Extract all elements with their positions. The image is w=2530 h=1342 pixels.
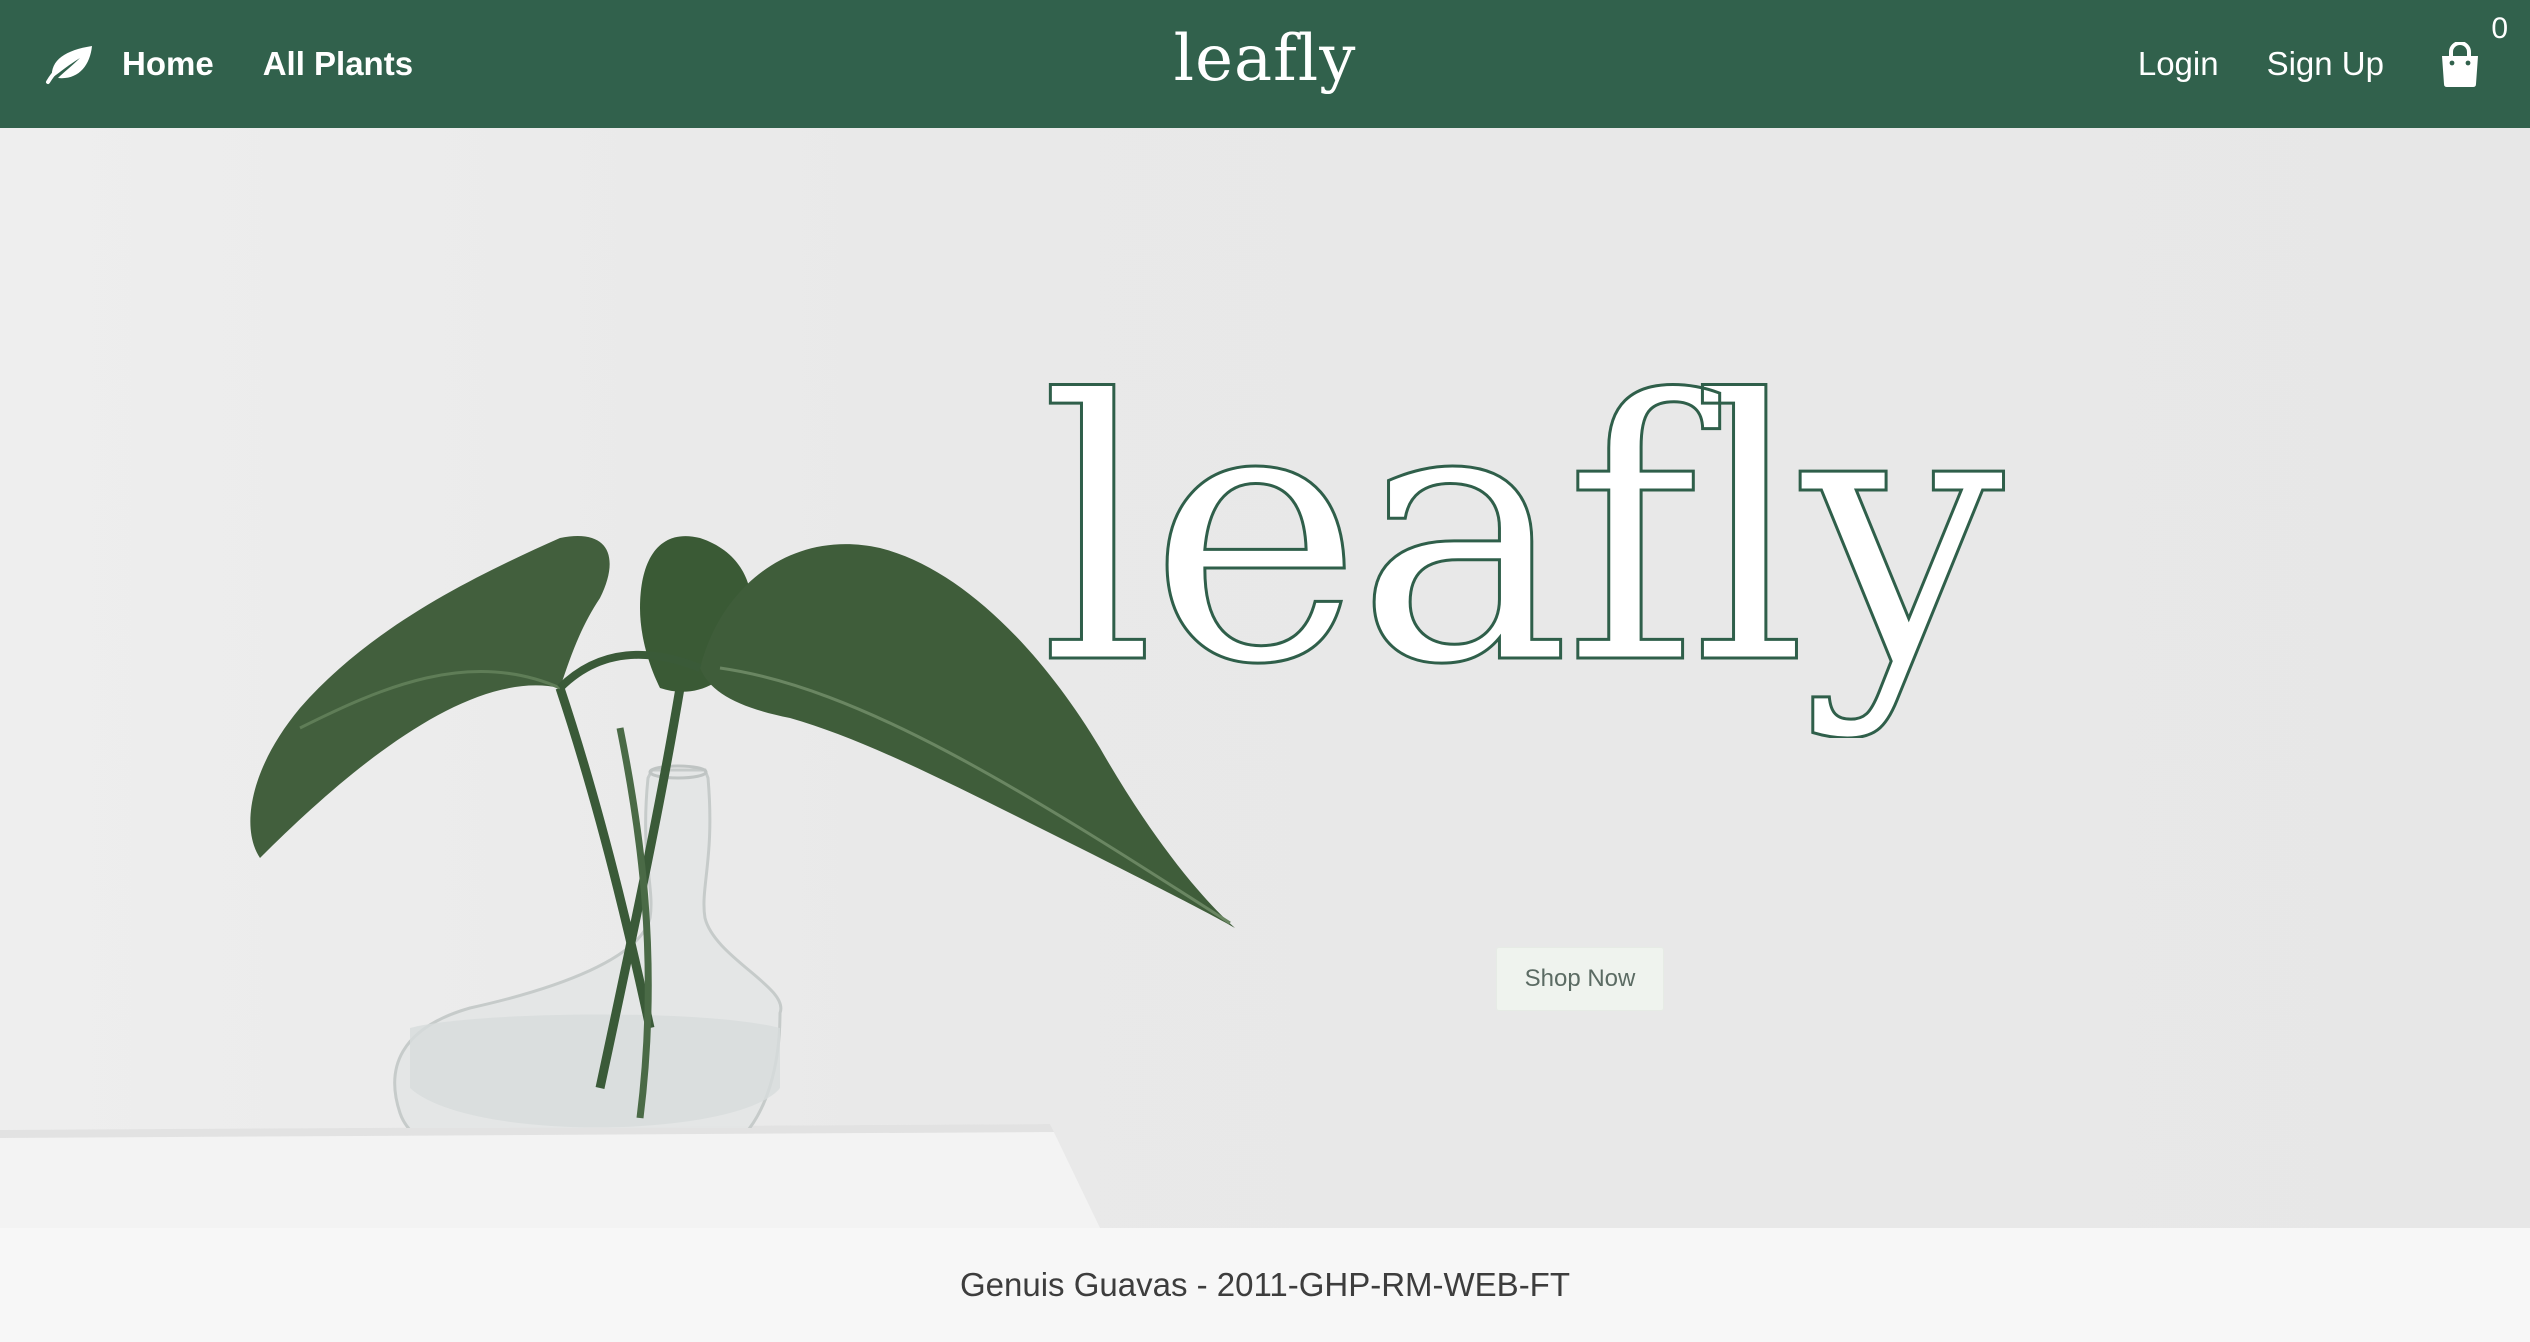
brand-wordmark[interactable]: leafly [1174,22,1357,96]
top-navbar: Home All Plants leafly Login Sign Up 0 [0,0,2530,128]
hero-title-text: leafly [1040,338,2004,738]
leaf-icon[interactable] [44,40,100,88]
footer-credit-text: Genuis Guavas - 2011-GHP-RM-WEB-FT [959,1266,1571,1303]
shop-now-button[interactable]: Shop Now [1496,947,1664,1011]
cart-count-badge: 0 [2491,12,2508,45]
hero-title-outline: leafly [1040,338,2011,738]
nav-left: Home All Plants [44,0,462,128]
nav-home-link[interactable]: Home [122,45,214,83]
footer: Genuis Guavas - 2011-GHP-RM-WEB-FT [0,1228,2530,1342]
nav-right: Login Sign Up 0 [2090,0,2508,128]
shopping-bag-icon [2442,42,2478,87]
cart-button[interactable]: 0 [2436,12,2508,94]
signup-link[interactable]: Sign Up [2267,45,2384,83]
login-link[interactable]: Login [2138,45,2219,83]
hero-section: leafly Shop Now [0,128,2530,1228]
nav-all-plants-link[interactable]: All Plants [263,45,413,83]
